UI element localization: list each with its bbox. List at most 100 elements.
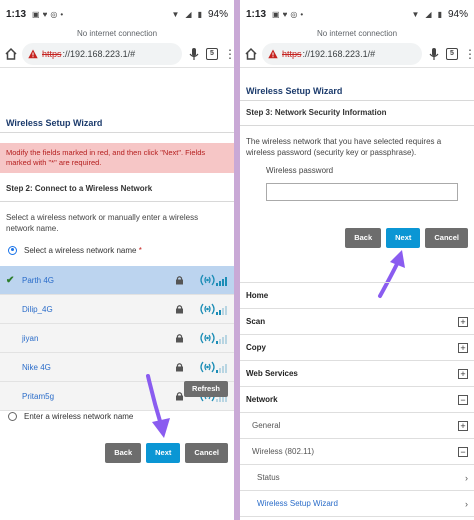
back-button[interactable]: Back — [345, 228, 382, 248]
check-icon: ✔ — [6, 274, 15, 286]
step-title: Step 3: Network Security Information — [246, 108, 387, 117]
dot-icon: • — [300, 9, 304, 19]
nav-web-services[interactable]: Web Services + — [240, 361, 474, 387]
cancel-button[interactable]: Cancel — [185, 443, 228, 463]
status-time: 1:13 — [6, 8, 27, 20]
browser-toolbar: https://192.168.223.1/# 5 ⋮ — [240, 40, 474, 68]
sync-icon: ◎ — [290, 9, 298, 19]
network-row[interactable]: ✔ Parth 4G — [0, 266, 234, 295]
wizard-buttons: Back Next Cancel — [345, 228, 468, 248]
status-bar: 1:13 ▣ ♥ ◎ • ▼ ◢ ▮ 94% — [240, 0, 474, 28]
error-message: Modify the fields marked in red, and the… — [0, 143, 234, 173]
chat-icon: ▣ — [272, 9, 280, 19]
wifi-status-icon: ▼ — [171, 9, 180, 19]
refresh-button[interactable]: Refresh — [184, 381, 228, 397]
tab-switcher-icon[interactable]: 5 — [206, 47, 218, 60]
nav-copy[interactable]: Copy + — [240, 335, 474, 361]
url-bar[interactable]: https://192.168.223.1/# — [262, 42, 422, 65]
battery-icon: ▮ — [437, 9, 442, 19]
lock-icon — [176, 363, 183, 372]
chevron-right-icon: › — [465, 498, 468, 509]
signal-icon: ◢ — [425, 9, 432, 19]
select-network-radio[interactable] — [8, 245, 17, 255]
network-ssid: Parth 4G — [22, 275, 55, 285]
nav-status[interactable]: Status › — [240, 465, 474, 491]
step-description: The wireless network that you have selec… — [246, 137, 442, 157]
step-description: Select a wireless network or manually en… — [6, 213, 199, 233]
wifi-signal-icon — [200, 303, 227, 315]
network-row[interactable]: Dilip_4G — [0, 295, 234, 324]
home-icon[interactable] — [4, 47, 18, 61]
network-row[interactable]: Nike 4G — [0, 353, 234, 382]
url-host: ://192.168.223.1/# — [62, 48, 136, 59]
tab-switcher-icon[interactable]: 5 — [446, 47, 458, 60]
expand-plus-icon[interactable]: + — [458, 316, 468, 327]
wifi-signal-icon — [200, 361, 227, 373]
left-nav: Home Scan + Copy + Web Services + Network − … — [240, 282, 474, 517]
collapse-minus-icon[interactable]: − — [458, 394, 468, 405]
nav-general[interactable]: General + — [240, 413, 474, 439]
network-ssid: jiyan — [22, 333, 39, 343]
lock-icon — [176, 276, 183, 285]
manual-network-radio[interactable] — [8, 411, 17, 421]
url-bar[interactable]: https://192.168.223.1/# — [22, 42, 182, 65]
status-time: 1:13 — [246, 8, 267, 20]
right-screen: 1:13 ▣ ♥ ◎ • ▼ ◢ ▮ 94% No internet conne… — [240, 0, 474, 520]
left-screen: 1:13 ▣ ♥ ◎ • ▼ ◢ ▮ 94% No internet conne… — [0, 0, 234, 520]
url-scheme: https — [282, 48, 302, 59]
warning-icon — [28, 49, 38, 58]
expand-plus-icon[interactable]: + — [458, 368, 468, 379]
expand-plus-icon[interactable]: + — [458, 342, 468, 353]
heart-icon: ♥ — [282, 9, 288, 19]
no-internet-banner: No internet connection — [240, 28, 474, 40]
url-host: ://192.168.223.1/# — [302, 48, 376, 59]
battery-level: 94% — [207, 8, 228, 20]
wifi-signal-icon — [200, 332, 227, 344]
wizard-buttons: Back Next Cancel — [105, 443, 228, 463]
password-label: Wireless password — [266, 166, 334, 175]
chevron-right-icon: › — [465, 472, 468, 483]
required-mark: * — [138, 245, 142, 255]
expand-plus-icon[interactable]: + — [458, 420, 468, 431]
dot-icon: • — [60, 9, 64, 19]
wifi-signal-icon — [200, 274, 227, 286]
menu-icon[interactable]: ⋮ — [464, 47, 474, 61]
network-ssid: Dilip_4G — [22, 304, 53, 314]
select-network-label: Select a wireless network name — [24, 245, 137, 255]
collapse-minus-icon[interactable]: − — [458, 446, 468, 457]
cancel-button[interactable]: Cancel — [425, 228, 468, 248]
mic-icon[interactable] — [188, 47, 200, 61]
manual-network-radio-row[interactable]: Enter a wireless network name — [0, 406, 141, 426]
next-button[interactable]: Next — [386, 228, 421, 248]
select-network-radio-row[interactable]: Select a wireless network name * — [0, 240, 234, 260]
nav-scan[interactable]: Scan + — [240, 309, 474, 335]
network-ssid: Nike 4G — [22, 362, 51, 372]
home-icon[interactable] — [244, 47, 258, 61]
lock-icon — [176, 305, 183, 314]
step-title: Step 2: Connect to a Wireless Network — [6, 184, 153, 193]
warning-icon — [268, 49, 278, 58]
battery-level: 94% — [447, 8, 468, 20]
lock-icon — [176, 334, 183, 343]
status-bar: 1:13 ▣ ♥ ◎ • ▼ ◢ ▮ 94% — [0, 0, 234, 28]
nav-home[interactable]: Home — [240, 283, 474, 309]
nav-wireless-setup-wizard[interactable]: Wireless Setup Wizard › — [240, 491, 474, 517]
browser-toolbar: https://192.168.223.1/# 5 ⋮ — [0, 40, 234, 68]
pointer-arrow-icon — [146, 374, 170, 438]
menu-icon[interactable]: ⋮ — [224, 47, 234, 61]
back-button[interactable]: Back — [105, 443, 142, 463]
wifi-status-icon: ▼ — [411, 9, 420, 19]
nav-network[interactable]: Network − — [240, 387, 474, 413]
signal-icon: ◢ — [185, 9, 192, 19]
manual-network-label: Enter a wireless network name — [24, 411, 134, 421]
wizard-title: Wireless Setup Wizard — [246, 86, 343, 96]
no-internet-banner: No internet connection — [0, 28, 234, 40]
battery-icon: ▮ — [197, 9, 202, 19]
password-input[interactable] — [266, 183, 458, 201]
next-button[interactable]: Next — [146, 443, 181, 463]
sync-icon: ◎ — [50, 9, 58, 19]
mic-icon[interactable] — [428, 47, 440, 61]
nav-wireless[interactable]: Wireless (802.11) − — [240, 439, 474, 465]
wizard-title: Wireless Setup Wizard — [6, 118, 103, 128]
network-row[interactable]: jiyan — [0, 324, 234, 353]
